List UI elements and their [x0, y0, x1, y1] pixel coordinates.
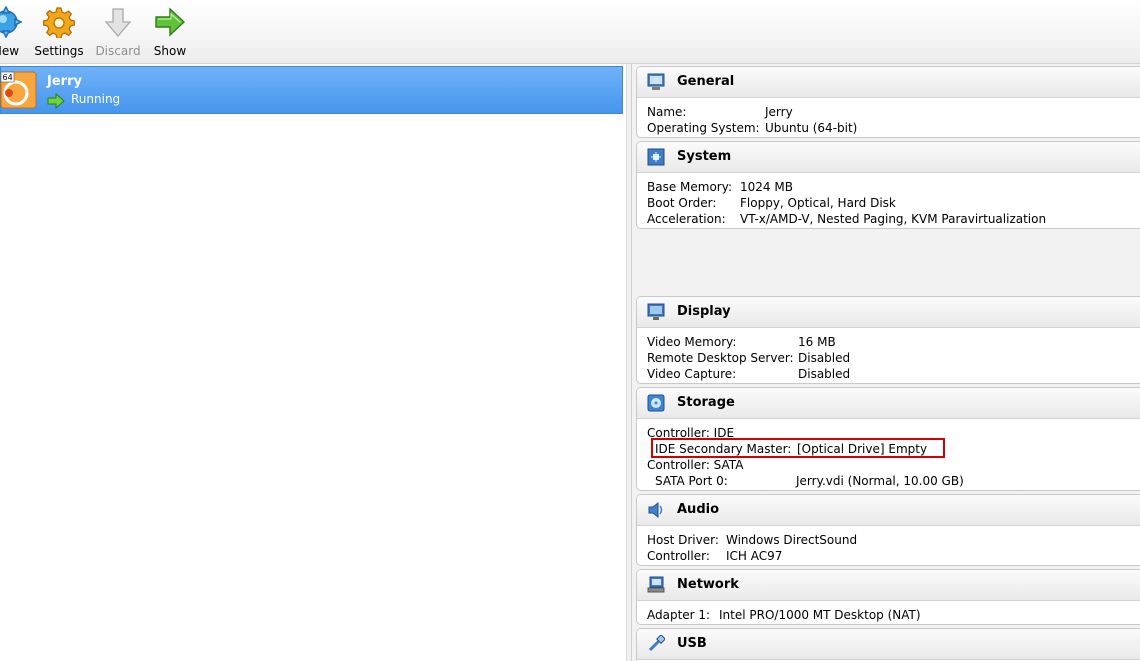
section-title: Network: [677, 577, 739, 592]
row-value: Disabled: [798, 351, 851, 365]
row-label: Boot Order:: [647, 196, 717, 210]
section-general: General Name: Jerry Operating System: Ub…: [636, 66, 1140, 138]
audio-speaker-icon: [648, 501, 663, 519]
row-label: Video Memory:: [647, 335, 737, 349]
row-label: Remote Desktop Server:: [647, 351, 794, 365]
row-value: Intel PRO/1000 MT Desktop (NAT): [719, 608, 921, 622]
discard-label: Discard: [95, 44, 141, 58]
running-arrow-icon: [47, 93, 65, 109]
section-storage: Storage Controller: IDE IDE Secondary Ma…: [636, 387, 1140, 491]
section-usb: USB: [636, 628, 1140, 661]
storage-disk-icon: [647, 394, 665, 412]
ubuntu-os-icon: 64: [0, 71, 37, 109]
section-title: Audio: [677, 502, 720, 517]
row-label: Host Driver:: [647, 533, 719, 547]
section-general-header[interactable]: General: [637, 67, 1140, 98]
row-label: Name:: [647, 105, 687, 119]
section-title: System: [677, 149, 732, 164]
row-value: VT-x/AMD-V, Nested Paging, KVM Paravirtu…: [740, 212, 1047, 226]
row-label: Controller:: [647, 549, 710, 563]
section-system: System Base Memory: 1024 MB Boot Order: …: [636, 141, 1140, 229]
settings-button[interactable]: Settings: [34, 6, 84, 62]
row-value: Windows DirectSound: [726, 533, 858, 547]
discard-button[interactable]: Discard: [94, 6, 142, 62]
vm-list-item[interactable]: 64 Jerry Running: [0, 66, 623, 114]
row-value: Floppy, Optical, Hard Disk: [740, 196, 896, 210]
row-label: Operating System:: [647, 121, 760, 135]
system-chip-icon: [647, 148, 665, 166]
section-system-header[interactable]: System: [637, 142, 1140, 173]
section-storage-header[interactable]: Storage: [637, 388, 1140, 419]
new-button[interactable]: New: [0, 6, 26, 62]
section-title: Storage: [677, 395, 735, 410]
row-label: Adapter 1:: [647, 608, 711, 622]
discard-arrow-down-icon: [104, 8, 132, 37]
settings-label: Settings: [34, 44, 84, 58]
toolbar: New Settings Discard Show: [0, 0, 1140, 64]
section-audio-header[interactable]: Audio: [637, 495, 1140, 526]
new-star-icon: [0, 6, 22, 38]
row-label: SATA Port 0:: [655, 474, 728, 488]
show-label: Show: [153, 44, 187, 58]
row-value: 1024 MB: [740, 180, 793, 194]
section-network-header[interactable]: Network: [637, 570, 1140, 601]
show-button[interactable]: Show: [148, 6, 192, 62]
network-icon: [647, 576, 665, 593]
row-label: Acceleration:: [647, 212, 726, 226]
highlight-box: [651, 438, 945, 458]
general-monitor-icon: [647, 73, 665, 90]
vm-list: 64 Jerry Running: [0, 64, 626, 661]
row-value: Disabled: [798, 367, 851, 381]
row-label: Video Capture:: [647, 367, 737, 381]
section-title: USB: [677, 636, 707, 651]
display-monitor-icon: [647, 303, 665, 320]
row-value: Jerry: [765, 105, 793, 119]
section-title: Display: [677, 304, 731, 319]
gear-icon: [43, 7, 75, 38]
usb-icon: [648, 635, 665, 652]
new-label: New: [0, 44, 20, 58]
row-value: Jerry.vdi (Normal, 10.00 GB): [796, 474, 964, 488]
section-display: Display Video Memory: 16 MB Remote Deskt…: [636, 296, 1140, 384]
section-audio: Audio Host Driver: Windows DirectSound C…: [636, 494, 1140, 566]
row-value: 16 MB: [798, 335, 836, 349]
section-network: Network Adapter 1: Intel PRO/1000 MT Des…: [636, 569, 1140, 625]
vm-state: Running: [71, 92, 121, 106]
vm-os-badge-text: 64: [3, 73, 13, 82]
section-display-header[interactable]: Display: [637, 297, 1140, 328]
show-arrow-right-icon: [155, 7, 186, 37]
section-title: General: [677, 74, 735, 89]
details-pane: General Name: Jerry Operating System: Ub…: [632, 64, 1140, 661]
section-usb-header[interactable]: USB: [637, 629, 1140, 660]
row-value: ICH AC97: [726, 549, 783, 563]
vm-name: Jerry: [47, 74, 82, 89]
row-label: Base Memory:: [647, 180, 733, 194]
row-value: Ubuntu (64-bit): [765, 121, 858, 135]
row-label: Controller: SATA: [647, 458, 744, 472]
